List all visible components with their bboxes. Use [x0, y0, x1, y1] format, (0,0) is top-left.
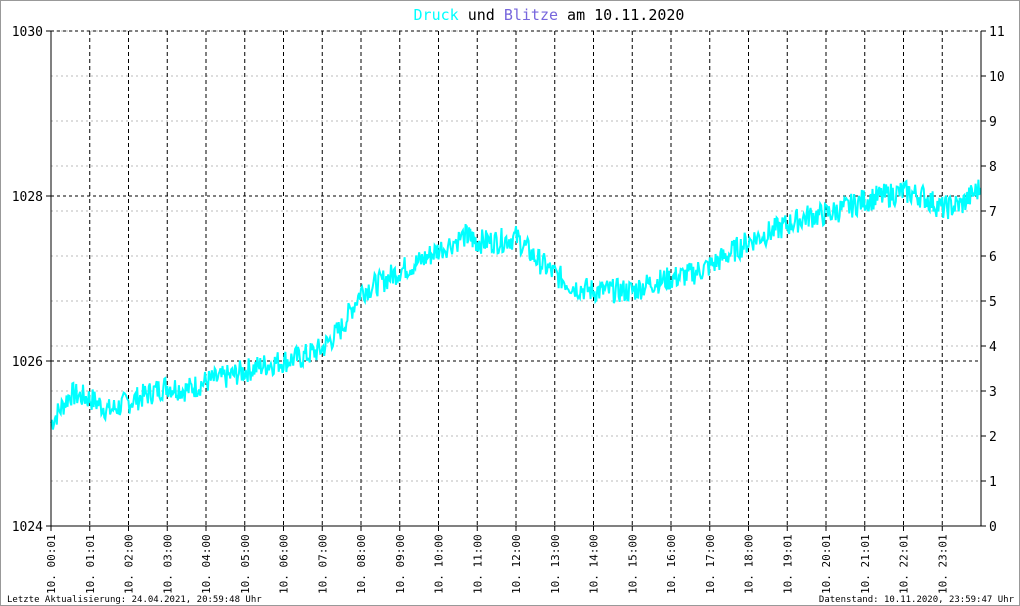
x-tick-label: 10. 19:01 — [781, 534, 794, 594]
right-tick-label: 8 — [989, 160, 997, 175]
x-tick-label: 10. 05:00 — [239, 534, 252, 594]
chart-container: Druck und Blitze am 10.11.2020 0 1 2 3 4 5 6 7 8… — [0, 0, 1020, 606]
title-druck: Druck — [414, 6, 459, 24]
title-date: am 10.11.2020 — [558, 6, 684, 24]
x-tick-label: 10. 03:00 — [161, 534, 174, 594]
x-tick-label: 10. 22:01 — [898, 534, 911, 594]
x-tick-label: 10. 06:00 — [278, 534, 291, 594]
left-tick-label: 1026 — [12, 355, 43, 370]
x-tick-label: 10. 16:00 — [665, 534, 678, 594]
x-tick-label: 10. 11:00 — [471, 534, 484, 594]
x-tick-label: 10. 00:01 — [45, 534, 58, 594]
right-tick-label: 11 — [989, 25, 1005, 40]
x-tick-label: 10. 20:01 — [820, 534, 833, 594]
right-tick-label: 10 — [989, 70, 1005, 85]
chart-title: Druck und Blitze am 10.11.2020 — [414, 6, 685, 24]
x-tick-label: 10. 21:01 — [859, 534, 872, 594]
title-blitze: Blitze — [504, 6, 558, 24]
x-tick-label: 10. 14:00 — [588, 534, 601, 594]
left-tick-label: 1030 — [12, 25, 43, 40]
x-tick-label: 10. 08:00 — [355, 534, 368, 594]
left-tick-label: 1028 — [12, 190, 43, 205]
right-tick-label: 9 — [989, 115, 997, 130]
x-tick-label: 10. 04:00 — [200, 534, 213, 594]
right-tick-label: 3 — [989, 385, 997, 400]
right-tick-label: 4 — [989, 340, 997, 355]
footer-last-update: Letzte Aktualisierung: 24.04.2021, 20:59… — [7, 595, 262, 605]
x-tick-label: 10. 10:00 — [433, 534, 446, 594]
x-tick-label: 10. 02:00 — [123, 534, 136, 594]
pressure-lightning-chart: Druck und Blitze am 10.11.2020 0 1 2 3 4 5 6 7 8… — [7, 6, 1015, 605]
x-tick-label: 10. 18:00 — [743, 534, 756, 594]
right-tick-label: 5 — [989, 295, 997, 310]
right-tick-label: 2 — [989, 430, 997, 445]
x-tick-label: 10. 23:01 — [936, 534, 949, 594]
x-tick-label: 10. 09:00 — [394, 534, 407, 594]
x-tick-label: 10. 01:01 — [84, 534, 97, 594]
title-und: und — [459, 6, 504, 24]
footer-data-status: Datenstand: 10.11.2020, 23:59:47 Uhr — [819, 595, 1015, 605]
right-tick-label: 0 — [989, 520, 997, 535]
x-tick-label: 10. 15:00 — [626, 534, 639, 594]
left-tick-label: 1024 — [12, 520, 43, 535]
right-tick-label: 1 — [989, 475, 997, 490]
x-tick-label: 10. 07:00 — [316, 534, 329, 594]
right-tick-label: 7 — [989, 205, 997, 220]
right-tick-label: 6 — [989, 250, 997, 265]
x-tick-label: 10. 13:00 — [549, 534, 562, 594]
x-tick-label: 10. 12:00 — [510, 534, 523, 594]
x-tick-label: 10. 17:00 — [704, 534, 717, 594]
